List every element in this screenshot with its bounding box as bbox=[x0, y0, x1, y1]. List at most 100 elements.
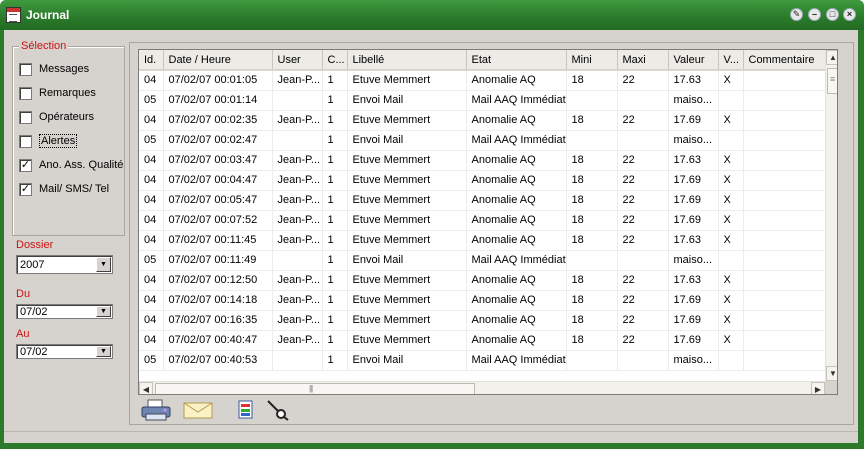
table-row[interactable]: 05 07/02/07 00:01:14 1 Envoi Mail Mail AAQ I… bbox=[139, 90, 826, 111]
table-cell: maiso... bbox=[668, 90, 719, 111]
table-cell: 18 bbox=[566, 170, 618, 191]
dossier-value: 2007 bbox=[20, 259, 45, 271]
table-cell: 22 bbox=[617, 230, 669, 251]
table-cell: Anomalie AQ bbox=[466, 150, 567, 171]
table-row[interactable]: 04 07/02/07 00:14:18 Jean-P... 1 Etuve Memme… bbox=[139, 290, 826, 311]
table-cell: 04 bbox=[139, 310, 164, 331]
table-row[interactable]: 04 07/02/07 00:05:47 Jean-P... 1 Etuve Memme… bbox=[139, 190, 826, 211]
horizontal-scrollbar[interactable]: ◀ ▶ bbox=[139, 381, 825, 394]
export-icon[interactable] bbox=[234, 398, 258, 420]
horizontal-scroll-thumb[interactable] bbox=[155, 383, 475, 394]
chevron-down-icon[interactable]: ▼ bbox=[96, 346, 111, 357]
du-select[interactable]: 07/02 ▼ bbox=[16, 304, 113, 319]
column-header[interactable]: Id. bbox=[139, 50, 164, 71]
table-cell bbox=[743, 90, 826, 111]
scroll-right-icon[interactable]: ▶ bbox=[811, 382, 825, 394]
checkbox[interactable] bbox=[19, 134, 32, 148]
table-cell: X bbox=[718, 290, 744, 311]
table-cell: 04 bbox=[139, 110, 164, 131]
table-cell: Envoi Mail bbox=[347, 90, 467, 111]
chevron-down-icon[interactable]: ▼ bbox=[96, 257, 111, 272]
table-row[interactable]: 04 07/02/07 00:02:35 Jean-P... 1 Etuve Memme… bbox=[139, 110, 826, 131]
table-cell: 04 bbox=[139, 150, 164, 171]
table-cell: X bbox=[718, 150, 744, 171]
scroll-down-icon[interactable]: ▼ bbox=[826, 366, 837, 381]
vertical-scrollbar[interactable]: ▲ ▼ bbox=[825, 50, 837, 381]
table-cell bbox=[743, 330, 826, 351]
table-cell: 04 bbox=[139, 210, 164, 231]
table-row[interactable]: 04 07/02/07 00:04:47 Jean-P... 1 Etuve Memme… bbox=[139, 170, 826, 191]
table-row[interactable]: 04 07/02/07 00:11:45 Jean-P... 1 Etuve Memme… bbox=[139, 230, 826, 251]
table-row[interactable]: 04 07/02/07 00:16:35 Jean-P... 1 Etuve Memme… bbox=[139, 310, 826, 331]
selection-option[interactable]: ✓ Mail/ SMS/ Tel bbox=[19, 181, 109, 197]
column-header[interactable]: C... bbox=[322, 50, 348, 71]
checkbox[interactable] bbox=[19, 86, 32, 100]
table-cell: Envoi Mail bbox=[347, 350, 467, 371]
table-row[interactable]: 05 07/02/07 00:02:47 1 Envoi Mail Mail AAQ I… bbox=[139, 130, 826, 151]
table-cell: X bbox=[718, 210, 744, 231]
table-cell: 1 bbox=[322, 310, 348, 331]
checkbox[interactable] bbox=[19, 62, 32, 76]
selection-option[interactable]: Alertes bbox=[19, 133, 78, 149]
column-header[interactable]: Commentaire bbox=[743, 50, 826, 71]
table-cell bbox=[743, 70, 826, 91]
column-header[interactable]: Etat bbox=[466, 50, 567, 71]
table-cell: maiso... bbox=[668, 250, 719, 271]
checkbox[interactable]: ✓ bbox=[19, 158, 32, 172]
table-row[interactable]: 04 07/02/07 00:03:47 Jean-P... 1 Etuve Memme… bbox=[139, 150, 826, 171]
checkbox[interactable] bbox=[19, 110, 32, 124]
column-header[interactable]: Libellé bbox=[347, 50, 467, 71]
table-row[interactable]: 05 07/02/07 00:11:49 1 Envoi Mail Mail AAQ I… bbox=[139, 250, 826, 271]
column-header[interactable]: User bbox=[272, 50, 323, 71]
table-cell bbox=[743, 250, 826, 271]
scroll-left-icon[interactable]: ◀ bbox=[139, 382, 153, 394]
table-cell: X bbox=[718, 230, 744, 251]
au-select[interactable]: 07/02 ▼ bbox=[16, 344, 113, 359]
selection-option[interactable]: Opérateurs bbox=[19, 109, 94, 125]
table-row[interactable]: 04 07/02/07 00:07:52 Jean-P... 1 Etuve Memme… bbox=[139, 210, 826, 231]
table-cell: 17.69 bbox=[668, 290, 719, 311]
table-cell: 18 bbox=[566, 210, 618, 231]
table-cell: Envoi Mail bbox=[347, 130, 467, 151]
selection-option[interactable]: Messages bbox=[19, 61, 89, 77]
table-row[interactable]: 04 07/02/07 00:40:47 Jean-P... 1 Etuve Memme… bbox=[139, 330, 826, 351]
table-cell bbox=[718, 250, 744, 271]
table-row[interactable]: 04 07/02/07 00:12:50 Jean-P... 1 Etuve Memme… bbox=[139, 270, 826, 291]
table-cell: 17.63 bbox=[668, 70, 719, 91]
column-header[interactable]: Date / Heure bbox=[163, 50, 273, 71]
table-cell: Jean-P... bbox=[272, 230, 323, 251]
table-cell: Anomalie AQ bbox=[466, 70, 567, 91]
table-row[interactable]: 05 07/02/07 00:40:53 1 Envoi Mail Mail AAQ I… bbox=[139, 350, 826, 371]
selection-option[interactable]: ✓ Ano. Ass. Qualité bbox=[19, 157, 123, 173]
table-cell bbox=[743, 110, 826, 131]
title-bar[interactable]: Journal ✎ – □ × bbox=[0, 0, 864, 30]
table-cell: Mail AAQ Immédiat bbox=[466, 250, 567, 271]
checkbox-label: Messages bbox=[39, 63, 90, 75]
selection-group: Sélection Messages Remarques Opérateurs Ale… bbox=[12, 40, 125, 236]
checkbox[interactable]: ✓ bbox=[19, 182, 32, 196]
dossier-select[interactable]: 2007 ▼ bbox=[16, 255, 113, 274]
mail-icon[interactable] bbox=[182, 398, 214, 420]
table-row[interactable]: 04 07/02/07 00:01:05 Jean-P... 1 Etuve Memme… bbox=[139, 70, 826, 91]
column-header[interactable]: Valeur bbox=[668, 50, 719, 71]
scroll-corner bbox=[825, 381, 837, 394]
table-cell bbox=[566, 90, 618, 111]
scroll-up-icon[interactable]: ▲ bbox=[826, 50, 837, 65]
printer-icon[interactable] bbox=[140, 398, 174, 421]
table-cell bbox=[743, 290, 826, 311]
column-header[interactable]: V... bbox=[718, 50, 744, 71]
search-icon[interactable] bbox=[264, 398, 292, 421]
table-cell bbox=[566, 250, 618, 271]
table-cell: Mail AAQ Immédiat bbox=[466, 90, 567, 111]
close-button[interactable]: × bbox=[843, 8, 856, 21]
vertical-scroll-thumb[interactable] bbox=[827, 68, 837, 94]
journal-grid[interactable]: Id. Date / Heure User C... Libellé Etat Mini Ma… bbox=[138, 49, 838, 395]
selection-option[interactable]: Remarques bbox=[19, 85, 96, 101]
table-cell: 04 bbox=[139, 190, 164, 211]
minimize-button[interactable]: – bbox=[808, 8, 821, 21]
pin-icon[interactable]: ✎ bbox=[790, 8, 803, 21]
column-header[interactable]: Mini bbox=[566, 50, 618, 71]
column-header[interactable]: Maxi bbox=[617, 50, 669, 71]
maximize-button[interactable]: □ bbox=[826, 8, 839, 21]
chevron-down-icon[interactable]: ▼ bbox=[96, 306, 111, 317]
